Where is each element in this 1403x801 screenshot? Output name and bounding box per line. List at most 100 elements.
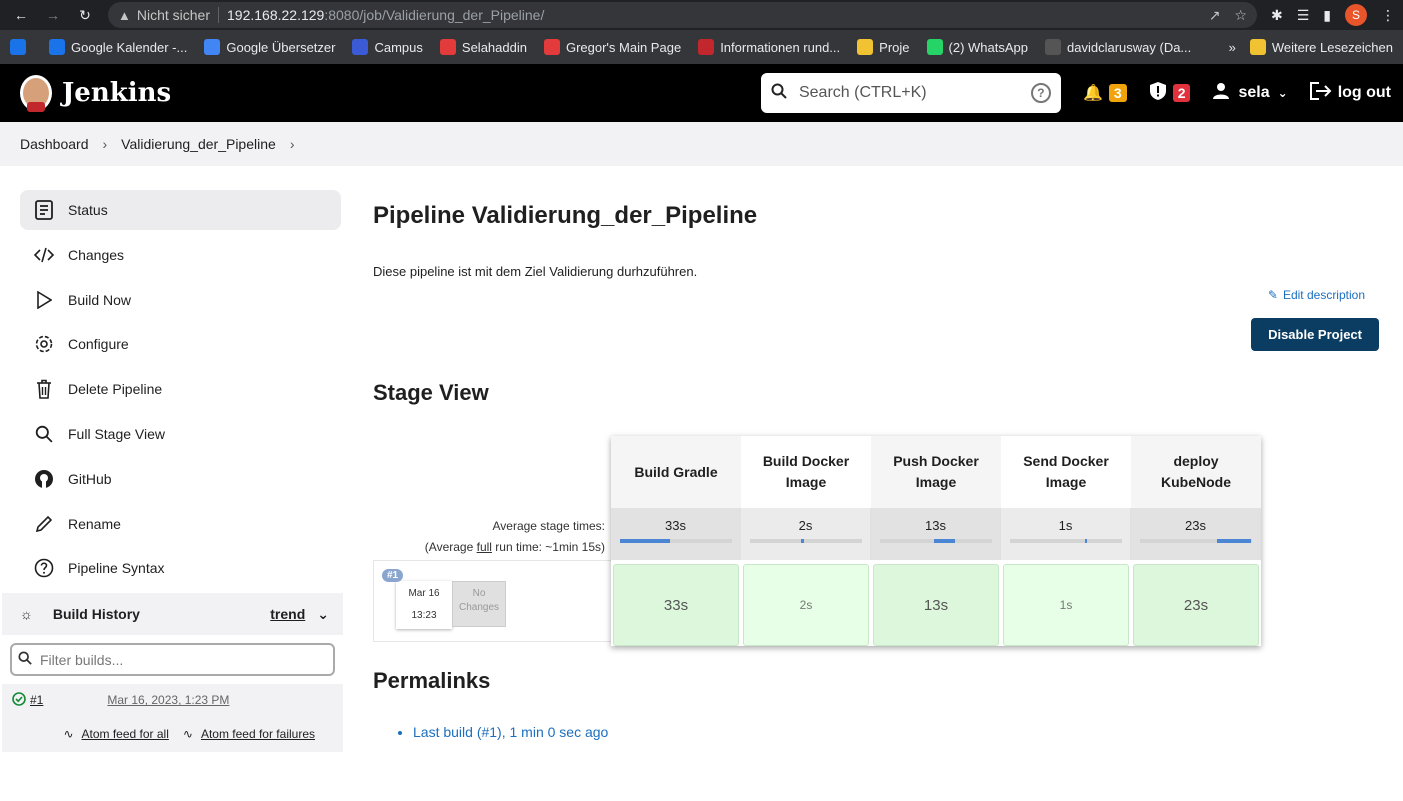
stage-average-time: 2s: [798, 518, 813, 533]
bookmark-item[interactable]: Campus: [352, 39, 423, 55]
stage-cell: 1s: [1001, 560, 1131, 646]
logout-button[interactable]: log out: [1309, 81, 1391, 105]
bookmark-item[interactable]: Google Übersetzer: [204, 39, 335, 55]
profile-avatar[interactable]: S: [1345, 4, 1367, 26]
trend-link[interactable]: trend: [270, 606, 305, 622]
bookmark-label: Informationen rund...: [720, 39, 841, 55]
sidebar-item-build-now[interactable]: Build Now: [20, 280, 341, 320]
sidebar-item-changes[interactable]: Changes: [20, 235, 341, 275]
sidebar-item-configure[interactable]: Configure: [20, 324, 341, 364]
sidebar-item-label: GitHub: [68, 470, 112, 487]
sidebar-item-delete-pipeline[interactable]: Delete Pipeline: [20, 369, 341, 409]
stage-duration-bar: [1009, 539, 1122, 543]
build-run-row[interactable]: #1 Mar 16 13:23 No Changes: [373, 560, 613, 642]
bookmark-item[interactable]: Informationen rund...: [698, 39, 840, 55]
disable-project-button[interactable]: Disable Project: [1251, 318, 1379, 351]
sidebar-item-full-stage-view[interactable]: Full Stage View: [20, 414, 341, 454]
bookmark-item[interactable]: [10, 39, 32, 55]
user-menu[interactable]: sela ⌄: [1212, 82, 1288, 105]
rss-icon: ∿: [63, 727, 74, 742]
build-changes-box: No Changes: [452, 581, 506, 627]
url-divider: [218, 7, 220, 23]
stage-column: Build Docker Image 2s 2s: [741, 436, 871, 646]
search-input[interactable]: Search (CTRL+K): [799, 84, 927, 102]
build-number-link[interactable]: #1: [30, 693, 43, 707]
edit-description-link[interactable]: ✎ Edit description: [1268, 288, 1365, 302]
sidebar-item-pipeline-syntax[interactable]: Pipeline Syntax: [20, 548, 341, 588]
address-bar[interactable]: ▲ Nicht sicher 192.168.22.129:8080/job/V…: [108, 2, 1257, 28]
bookmark-item[interactable]: Google Kalender -...: [49, 39, 187, 55]
bookmarks-bar: Google Kalender -... Google Übersetzer Cam…: [0, 30, 1403, 64]
sidebar-item-rename[interactable]: Rename: [20, 504, 341, 544]
campus-icon: [352, 39, 369, 55]
chevron-right-icon[interactable]: ›: [290, 136, 295, 152]
build-date-box: Mar 16 13:23: [396, 581, 452, 629]
stage-run-box[interactable]: 13s: [873, 564, 999, 646]
build-date-link[interactable]: Mar 16, 2023, 1:23 PM: [107, 693, 229, 707]
bookmark-label: Proje: [879, 39, 910, 55]
filter-placeholder: Filter builds...: [40, 651, 124, 668]
build-badge[interactable]: #1: [382, 569, 404, 582]
media-icon[interactable]: ☰: [1297, 7, 1310, 24]
forward-icon[interactable]: →: [40, 2, 66, 28]
stage-duration-fill: [934, 539, 955, 543]
help-icon[interactable]: ?: [1030, 83, 1051, 103]
menu-icon[interactable]: ⋮: [1381, 7, 1395, 24]
security-button[interactable]: 2: [1149, 81, 1191, 106]
bookmark-item[interactable]: (2) WhatsApp: [926, 39, 1028, 55]
share-icon[interactable]: ↗: [1209, 7, 1221, 24]
stage-column: Push Docker Image 13s 13s: [871, 436, 1001, 646]
breadcrumb-job[interactable]: Validierung_der_Pipeline: [121, 136, 276, 152]
back-icon[interactable]: ←: [8, 2, 34, 28]
filter-builds-input[interactable]: Filter builds...: [10, 643, 335, 677]
stage-duration-fill: [801, 539, 805, 543]
star-icon[interactable]: ☆: [1234, 7, 1247, 24]
sidebar-item-github[interactable]: GitHub: [20, 459, 341, 499]
jenkins-logo[interactable]: Jenkins: [20, 75, 171, 112]
pin-icon: [439, 39, 456, 55]
notifications-button[interactable]: 🔔 3: [1083, 83, 1127, 103]
bookmark-item[interactable]: Proje: [857, 39, 910, 55]
sidebar-item-label: Full Stage View: [68, 425, 166, 442]
bookmark-item[interactable]: Selahaddin: [439, 39, 527, 55]
sidepanel-icon[interactable]: ▮: [1323, 7, 1331, 24]
stage-average-time: 33s: [665, 518, 686, 533]
bookmark-item[interactable]: davidclarusway (Da...: [1045, 39, 1191, 55]
avg-run-full-link[interactable]: full: [477, 540, 492, 554]
play-icon: [34, 290, 54, 309]
logout-icon: [1309, 81, 1332, 105]
more-bookmarks-button[interactable]: »: [1229, 40, 1236, 55]
page-title: Pipeline Validierung_der_Pipeline: [373, 202, 758, 229]
feed-failures-link[interactable]: Atom feed for failures: [201, 727, 315, 741]
notifications-badge: 3: [1108, 84, 1127, 102]
build-date: Mar 16: [408, 588, 440, 599]
url-host: 192.168.22.129: [227, 7, 325, 23]
breadcrumb-dashboard[interactable]: Dashboard: [20, 136, 89, 152]
reload-icon[interactable]: ↻: [72, 2, 98, 28]
stage-run-box[interactable]: 23s: [1133, 564, 1259, 646]
sidebar-item-label: Rename: [68, 515, 121, 532]
sidebar-item-label: Pipeline Syntax: [68, 560, 165, 577]
search-box[interactable]: Search (CTRL+K) ?: [760, 73, 1061, 113]
help-icon: [34, 558, 54, 578]
feed-all-link[interactable]: Atom feed for all: [82, 727, 169, 741]
extensions-icon[interactable]: ✱: [1271, 7, 1283, 24]
stage-table: Build Gradle 33s 33s Build Docker Image 2s 2s…: [611, 436, 1261, 646]
bookmark-item[interactable]: Gregor's Main Page: [543, 39, 681, 55]
stage-run-box[interactable]: 33s: [613, 564, 739, 646]
stage-run-box[interactable]: 2s: [743, 564, 869, 646]
sidebar-item-label: Status: [68, 202, 108, 218]
build-row[interactable]: #1 Mar 16, 2023, 1:23 PM: [2, 684, 343, 717]
sidebar-item-status[interactable]: Status: [20, 190, 341, 230]
permalink-item[interactable]: Last build (#1), 1 min 0 sec ago: [413, 724, 608, 740]
stage-name: Send Docker Image: [1001, 436, 1131, 508]
stage-run-box[interactable]: 1s: [1003, 564, 1129, 646]
chevron-down-icon[interactable]: ⌄: [317, 606, 329, 623]
logout-label: log out: [1337, 84, 1391, 101]
stage-duration-fill: [1084, 539, 1087, 543]
warning-icon[interactable]: ▲: [118, 8, 131, 23]
stage-average-time: 23s: [1185, 518, 1206, 533]
other-bookmarks[interactable]: Weitere Lesezeichen: [1272, 40, 1393, 55]
stage-duration-fill: [1216, 539, 1252, 543]
search-icon: [771, 83, 787, 104]
